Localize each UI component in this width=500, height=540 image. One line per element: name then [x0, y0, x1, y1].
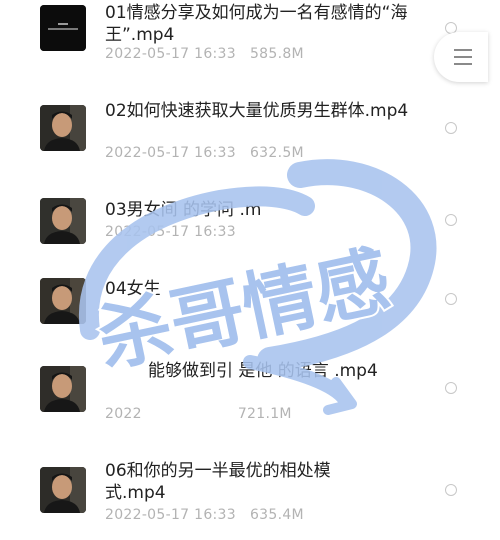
file-row[interactable]: 03男女间 的学问 .m 2022-05-17 16:33: [0, 196, 500, 276]
select-radio[interactable]: [445, 122, 457, 134]
file-date: 2022-05-17 16:33: [105, 46, 236, 62]
file-meta: 2022-05-17 16:33 632.5M: [105, 145, 304, 161]
file-size: 721.1M: [237, 406, 292, 422]
man-avatar-icon: [40, 366, 86, 412]
select-radio[interactable]: [445, 293, 457, 305]
video-thumbnail: [40, 105, 86, 151]
file-row[interactable]: 能够做到引 是他 的语言 .mp4 2022 721.1M: [0, 360, 500, 440]
file-row[interactable]: 02如何快速获取大量优质男生群体.mp4 2022-05-17 16:33 632…: [0, 100, 500, 180]
video-thumbnail: [40, 5, 86, 51]
text-cover-icon: [40, 5, 86, 51]
file-date: 2022-05-17 16:33: [105, 507, 236, 523]
file-title: 03男女间 的学问 .m: [105, 200, 262, 220]
file-title: 02如何快速获取大量优质男生群体.mp4: [105, 101, 409, 121]
select-radio[interactable]: [445, 382, 457, 394]
file-date: 2022: [105, 406, 142, 422]
man-avatar-icon: [40, 278, 86, 324]
file-size: 635.4M: [249, 507, 304, 523]
file-title: 04女生: [105, 279, 161, 299]
file-row[interactable]: 06和你的另一半最优的相处模式.mp4 2022-05-17 16:33 635.…: [0, 460, 500, 540]
file-meta: [105, 303, 119, 319]
menu-button[interactable]: [434, 32, 488, 82]
man-avatar-icon: [40, 467, 86, 513]
file-list: 01情感分享及如何成为一名有感情的“海王”.mp4 2022-05-17 16:…: [0, 0, 500, 532]
file-row[interactable]: 01情感分享及如何成为一名有感情的“海王”.mp4 2022-05-17 16:…: [0, 0, 500, 80]
file-title: 能够做到引 是他 的语言 .mp4: [148, 361, 378, 381]
file-meta: 2022-05-17 16:33 585.8M: [105, 46, 304, 62]
select-radio[interactable]: [445, 484, 457, 496]
file-meta: 2022-05-17 16:33: [105, 224, 250, 240]
man-avatar-icon: [40, 198, 86, 244]
file-title: 01情感分享及如何成为一名有感情的“海王”.mp4: [105, 3, 408, 45]
video-thumbnail: [40, 467, 86, 513]
video-thumbnail: [40, 278, 86, 324]
select-radio[interactable]: [445, 214, 457, 226]
man-avatar-icon: [40, 105, 86, 151]
file-size: 632.5M: [249, 145, 304, 161]
file-title: 06和你的另一半最优的相处模式.mp4: [105, 461, 331, 503]
file-size: 585.8M: [249, 46, 304, 62]
video-thumbnail: [40, 366, 86, 412]
file-meta: 2022-05-17 16:33 635.4M: [105, 507, 304, 523]
file-date: 2022-05-17 16:33: [105, 145, 236, 161]
file-row[interactable]: 04女生: [0, 275, 500, 355]
file-meta: 2022 721.1M: [105, 406, 292, 422]
video-thumbnail: [40, 198, 86, 244]
file-date: 2022-05-17 16:33: [105, 224, 236, 240]
